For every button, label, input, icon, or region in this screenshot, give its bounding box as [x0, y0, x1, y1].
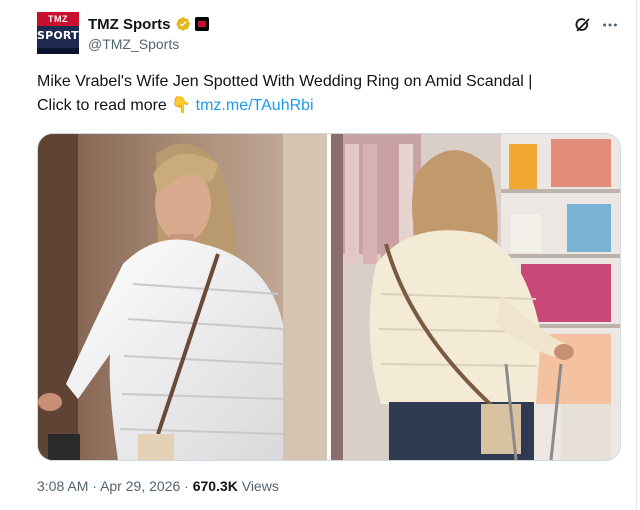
author-name-row: TMZ Sports	[88, 14, 209, 34]
views-label: Views	[241, 478, 279, 494]
post-text: Mike Vrabel's Wife Jen Spotted With Wedd…	[37, 70, 612, 118]
avatar-stripe	[37, 48, 79, 54]
post-time[interactable]: 3:08 AM	[37, 478, 88, 494]
tweet-card[interactable]: TMZ SPORTS TMZ Sports @TMZ_Sports Mike V…	[0, 0, 640, 510]
post-text-line-1: Mike Vrabel's Wife Jen Spotted With Wedd…	[37, 73, 533, 90]
author-handle[interactable]: @TMZ_Sports	[88, 36, 179, 52]
read-more-text: Click to read more	[37, 97, 167, 114]
post-date[interactable]: Apr 29, 2026	[100, 478, 180, 494]
verified-badge-icon	[175, 17, 190, 31]
post-meta: 3:08 AM · Apr 29, 2026 · 670.3K Views	[37, 478, 279, 494]
avatar-brand-band: TMZ	[37, 12, 79, 26]
photo-left[interactable]	[38, 134, 327, 460]
views-count: 670.3K	[192, 478, 238, 494]
affiliate-badge-icon	[194, 17, 209, 31]
post-text-line-2: Click to read more 👇 tmz.me/TAuhRbi	[37, 94, 612, 118]
media-grid[interactable]	[37, 133, 621, 461]
author-display-name[interactable]: TMZ Sports	[88, 16, 171, 33]
photo-right[interactable]	[331, 134, 620, 460]
avatar-label: SPORTS	[37, 29, 79, 42]
avatar[interactable]: TMZ SPORTS	[37, 12, 79, 54]
more-options-icon[interactable]	[601, 16, 619, 34]
pointing-down-emoji: 👇	[171, 97, 192, 114]
post-link[interactable]: tmz.me/TAuhRbi	[196, 97, 314, 114]
grok-icon[interactable]	[574, 16, 592, 34]
meta-separator-2: ·	[184, 478, 189, 494]
timeline-border	[636, 0, 637, 510]
meta-separator-1: ·	[92, 478, 97, 494]
